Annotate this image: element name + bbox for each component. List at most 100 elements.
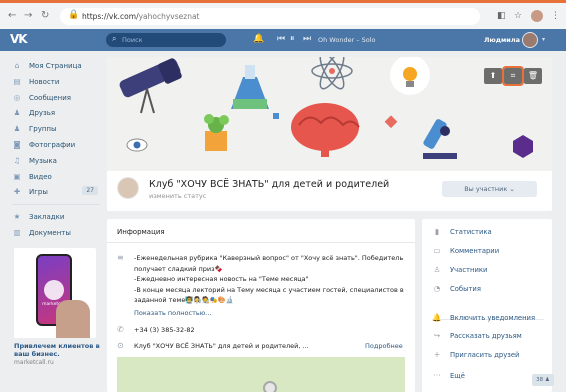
marketcall-logo xyxy=(44,280,64,300)
now-playing[interactable]: Oh Wonder – Solo xyxy=(318,36,376,44)
sidebar-item-music[interactable]: ♫ Музыка xyxy=(10,153,100,169)
group-avatar[interactable] xyxy=(117,177,139,199)
messages-icon: ◎ xyxy=(13,92,21,102)
chevron-down-icon[interactable]: ▾ xyxy=(542,36,545,43)
address-details-link[interactable]: Подробнее xyxy=(365,342,403,350)
sidebar-item-friends[interactable]: ♟ Друзья xyxy=(10,105,100,121)
page-title: Клуб "ХОЧУ ВСЁ ЗНАТЬ" для детей и родите… xyxy=(149,179,390,190)
delete-icon[interactable]: 🗑 xyxy=(524,68,542,84)
sidebar-item-photos[interactable]: ◙ Фотографии xyxy=(10,137,100,153)
sidebar-item-games[interactable]: ✚ Игры 27 xyxy=(10,184,100,200)
members-icon: ♙ xyxy=(433,265,441,274)
menu-icon[interactable]: ⋮ xyxy=(551,11,560,21)
events-icon: ◔ xyxy=(433,284,441,293)
invite-icon: + xyxy=(433,350,441,359)
documents-icon: ▥ xyxy=(13,227,21,237)
crop-icon[interactable]: ⌗ xyxy=(502,66,524,86)
atom-icon xyxy=(311,57,353,90)
browser-toolbar: ← → ↻ 🔒 https://vk.com/yahochyvseznat ◧ … xyxy=(0,0,566,29)
vk-header: VK ⌕ Поиск 🔔 ⏮ ⏸ ⏭ Oh Wonder – Solo Людм… xyxy=(0,29,566,51)
friends-icon: ♟ xyxy=(13,108,21,118)
hand-illustration xyxy=(56,300,90,338)
show-more-link[interactable]: Показать полностью… xyxy=(134,309,212,317)
menu-item-notifications[interactable]: 🔔 Включить уведомления xyxy=(422,312,552,326)
search-icon: ⌕ xyxy=(112,34,117,43)
group-description: -Еженедельная рубрика "Каверзный вопрос"… xyxy=(134,254,404,304)
profile-avatar[interactable] xyxy=(531,10,543,22)
stats-icon: ▮ xyxy=(434,227,440,236)
lightbulb-icon xyxy=(390,57,430,95)
search-input[interactable]: ⌕ Поиск xyxy=(106,33,226,47)
comments-icon: ▭ xyxy=(433,246,441,255)
divider xyxy=(107,242,415,243)
vk-logo[interactable]: VK xyxy=(10,32,28,46)
news-icon: ▤ xyxy=(13,76,21,86)
edit-status-link[interactable]: изменить статус xyxy=(149,192,206,200)
games-count-badge: 27 xyxy=(82,186,98,196)
flask-icon xyxy=(231,65,269,109)
menu-item-share[interactable]: ↪ Рассказать друзьям xyxy=(422,330,552,344)
info-heading: Информация xyxy=(117,228,165,236)
photos-icon: ◙ xyxy=(13,139,21,149)
ad-domain[interactable]: marketcall.ru xyxy=(14,359,54,366)
star-icon[interactable]: ☆ xyxy=(514,11,522,21)
user-avatar[interactable] xyxy=(522,32,538,48)
upload-icon[interactable]: ⬆ xyxy=(484,68,502,84)
description-icon: ≡ xyxy=(117,253,124,262)
telescope-icon xyxy=(119,58,182,114)
groups-icon: ♟ xyxy=(13,124,21,134)
map[interactable] xyxy=(117,357,405,392)
info-block: Информация ≡ -Еженедельная рубрика "Каве… xyxy=(107,219,415,392)
menu-item-comments[interactable]: ▭ Комментарии xyxy=(422,245,552,259)
sidebar-item-groups[interactable]: ♟ Группы xyxy=(10,121,100,137)
next-track-icon[interactable]: ⏭ xyxy=(303,34,311,44)
sidebar-item-video[interactable]: ▣ Видео xyxy=(10,169,100,185)
sidebar-divider xyxy=(12,204,100,206)
plant-icon xyxy=(204,114,229,151)
map-pin-icon xyxy=(263,381,277,392)
sidebar-item-documents[interactable]: ▥ Документы xyxy=(10,225,100,241)
ad-banner-image[interactable]: marketcall 0+ xyxy=(14,248,96,338)
menu-item-events[interactable]: ◔ События xyxy=(422,283,552,297)
bell-icon: 🔔 xyxy=(432,313,442,322)
pause-icon[interactable]: ⏸ xyxy=(290,34,295,44)
search-placeholder: Поиск xyxy=(122,36,143,44)
more-icon: ··· xyxy=(433,371,441,380)
back-icon[interactable]: ← xyxy=(8,10,16,21)
location-icon: ⊙ xyxy=(117,341,124,350)
address[interactable]: Клуб "ХОЧУ ВСЁ ЗНАТЬ" для детей и родите… xyxy=(134,342,309,350)
extension-icon[interactable]: ◧ xyxy=(497,11,506,21)
online-friends-badge[interactable]: 38 ♟ xyxy=(532,374,554,386)
user-name[interactable]: Людмила xyxy=(484,36,520,44)
group-cover-image: ⬆ ⌗ 🗑 xyxy=(107,57,552,171)
prev-track-icon[interactable]: ⏮ xyxy=(277,34,285,44)
eye-icon xyxy=(126,138,148,152)
menu-item-statistics[interactable]: ▮ Статистика xyxy=(422,226,552,240)
sidebar-item-news[interactable]: ▤ Новости xyxy=(10,74,100,90)
games-icon: ✚ xyxy=(13,187,21,197)
menu-item-invite[interactable]: + Пригласить друзей xyxy=(422,349,552,363)
microscope-icon xyxy=(423,119,457,159)
reload-icon[interactable]: ↻ xyxy=(41,10,49,21)
sidebar-item-my-page[interactable]: ⌂ Моя Страница xyxy=(10,58,100,74)
membership-button[interactable]: Вы участник ⌄ xyxy=(442,181,537,197)
sidebar-item-bookmarks[interactable]: ★ Закладки xyxy=(10,209,100,225)
forward-icon[interactable]: → xyxy=(24,10,32,21)
music-icon: ♫ xyxy=(13,155,21,165)
url-text: https://vk.com/yahochyvseznat xyxy=(82,12,200,21)
right-actions-panel: ▮ Статистика ▭ Комментарии ♙ Участники ◔ Соб… xyxy=(422,219,552,392)
lock-icon: 🔒 xyxy=(68,10,80,20)
group-header: Клуб "ХОЧУ ВСЁ ЗНАТЬ" для детей и родите… xyxy=(107,171,552,211)
notifications-icon[interactable]: 🔔 xyxy=(253,34,264,44)
home-icon: ⌂ xyxy=(14,61,20,70)
bookmarks-icon: ★ xyxy=(13,212,21,222)
address-bar[interactable]: 🔒 https://vk.com/yahochyvseznat xyxy=(60,8,480,25)
cube-shape xyxy=(513,135,533,158)
sidebar-item-messages[interactable]: ◎ Сообщения xyxy=(10,90,100,106)
phone-number: +34 (3) 385-32-82 xyxy=(134,326,195,334)
phone-icon: ✆ xyxy=(117,325,124,334)
brain-icon xyxy=(291,103,360,157)
menu-item-members[interactable]: ♙ Участники xyxy=(422,264,552,278)
ad-title[interactable]: Привлечем клиентов в ваш бизнес. xyxy=(14,342,100,358)
video-icon: ▣ xyxy=(13,171,21,181)
